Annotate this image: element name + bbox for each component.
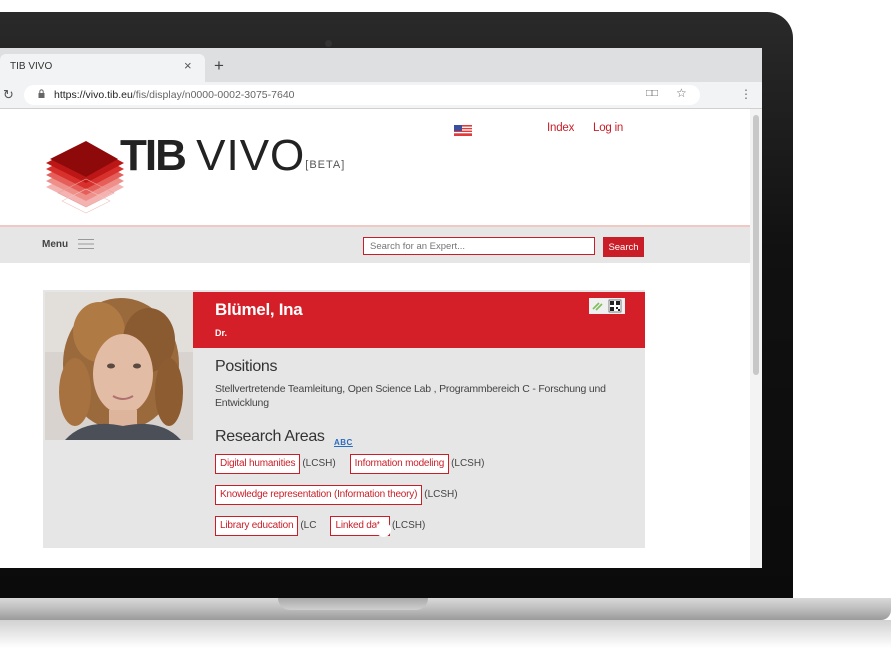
research-row: Digital humanities (LCSH) Information mode… bbox=[215, 453, 498, 474]
laptop-screen: TIB VIVO × + ↻ https://vivo.tib.eu/fis/d… bbox=[0, 48, 762, 568]
url-path: /fis/display/n0000-0002-3075-7640 bbox=[132, 89, 295, 101]
url-host: https://vivo.tib.eu bbox=[54, 89, 133, 101]
search-button[interactable]: Search bbox=[603, 237, 644, 257]
logo-tib: TIB bbox=[120, 131, 187, 180]
hamburger-icon[interactable] bbox=[78, 238, 94, 250]
lock-icon bbox=[38, 89, 45, 98]
person-title: Dr. bbox=[215, 328, 228, 338]
research-area-tag[interactable]: Digital humanities bbox=[215, 454, 301, 474]
browser-tab[interactable]: TIB VIVO × bbox=[0, 54, 205, 82]
browser-toolbar: ↻ https://vivo.tib.eu/fis/display/n0000-… bbox=[0, 82, 762, 109]
research-row: Library education (LC Linked data (LCSH) bbox=[215, 515, 439, 536]
vocab-label: (LCSH) bbox=[451, 458, 485, 469]
research-row: Knowledge representation (Information th… bbox=[215, 484, 472, 505]
address-bar[interactable]: https://vivo.tib.eu/fis/display/n0000-00… bbox=[24, 85, 700, 105]
reload-icon[interactable]: ↻ bbox=[3, 87, 14, 103]
webcam bbox=[325, 40, 332, 47]
expert-search-input[interactable] bbox=[363, 237, 595, 255]
menu-label[interactable]: Menu bbox=[42, 239, 68, 250]
tab-close-icon[interactable]: × bbox=[184, 58, 192, 73]
profile-card: Blümel, Ina Dr. Positions Stellvertreten… bbox=[43, 290, 645, 548]
research-area-tag[interactable]: Knowledge representation (Information th… bbox=[215, 485, 423, 505]
tab-title: TIB VIVO bbox=[10, 61, 53, 72]
cursor-dot bbox=[376, 522, 391, 537]
star-icon[interactable]: ☆ bbox=[676, 86, 687, 100]
new-tab-button[interactable]: + bbox=[214, 57, 224, 74]
browser-menu-icon[interactable]: ⋮ bbox=[740, 87, 752, 101]
site-navbar: Menu Search bbox=[0, 227, 750, 263]
browser-tab-bar: TIB VIVO × + bbox=[0, 48, 762, 82]
logo-beta: [BETA] bbox=[305, 159, 346, 171]
scrollbar-thumb[interactable] bbox=[753, 115, 759, 375]
vocab-label: (LCSH) bbox=[391, 520, 426, 531]
tib-logo-icon bbox=[46, 141, 124, 214]
research-area-tag[interactable]: Library education bbox=[215, 516, 299, 536]
person-name: Blümel, Ina bbox=[215, 300, 303, 319]
positions-heading: Positions bbox=[215, 358, 278, 375]
url-text: https://vivo.tib.eu/fis/display/n0000-00… bbox=[54, 89, 295, 101]
vocab-label: (LC bbox=[300, 520, 317, 531]
laptop-base bbox=[0, 598, 891, 620]
login-link[interactable]: Log in bbox=[593, 122, 623, 134]
vocab-label: (LCSH) bbox=[424, 489, 458, 500]
abc-vocabulary-icon[interactable]: ABC bbox=[334, 438, 353, 447]
position-entry[interactable]: Stellvertretende Teamleitung, Open Scien… bbox=[215, 382, 627, 410]
research-areas-heading: Research Areas bbox=[215, 428, 325, 445]
name-banner: Blümel, Ina Dr. bbox=[193, 292, 645, 348]
profile-photo bbox=[45, 292, 193, 440]
laptop-shadow bbox=[0, 620, 891, 648]
site-logo[interactable]: TIB VIVO[BETA] bbox=[120, 131, 345, 190]
laptop-notch bbox=[278, 598, 428, 610]
vocab-label: (LCSH) bbox=[302, 458, 336, 469]
us-flag-icon[interactable] bbox=[454, 125, 472, 136]
research-area-tag[interactable]: Information modeling bbox=[349, 454, 450, 474]
translate-icon[interactable]: □□ bbox=[646, 88, 658, 99]
page-viewport: Index Log in TIB VIVO[BETA] Menu Search … bbox=[0, 109, 762, 568]
logo-vivo: VIVO bbox=[196, 131, 306, 180]
uri-qr-icon[interactable] bbox=[589, 298, 625, 314]
page-scrollbar[interactable] bbox=[750, 109, 762, 568]
index-link[interactable]: Index bbox=[547, 122, 574, 134]
